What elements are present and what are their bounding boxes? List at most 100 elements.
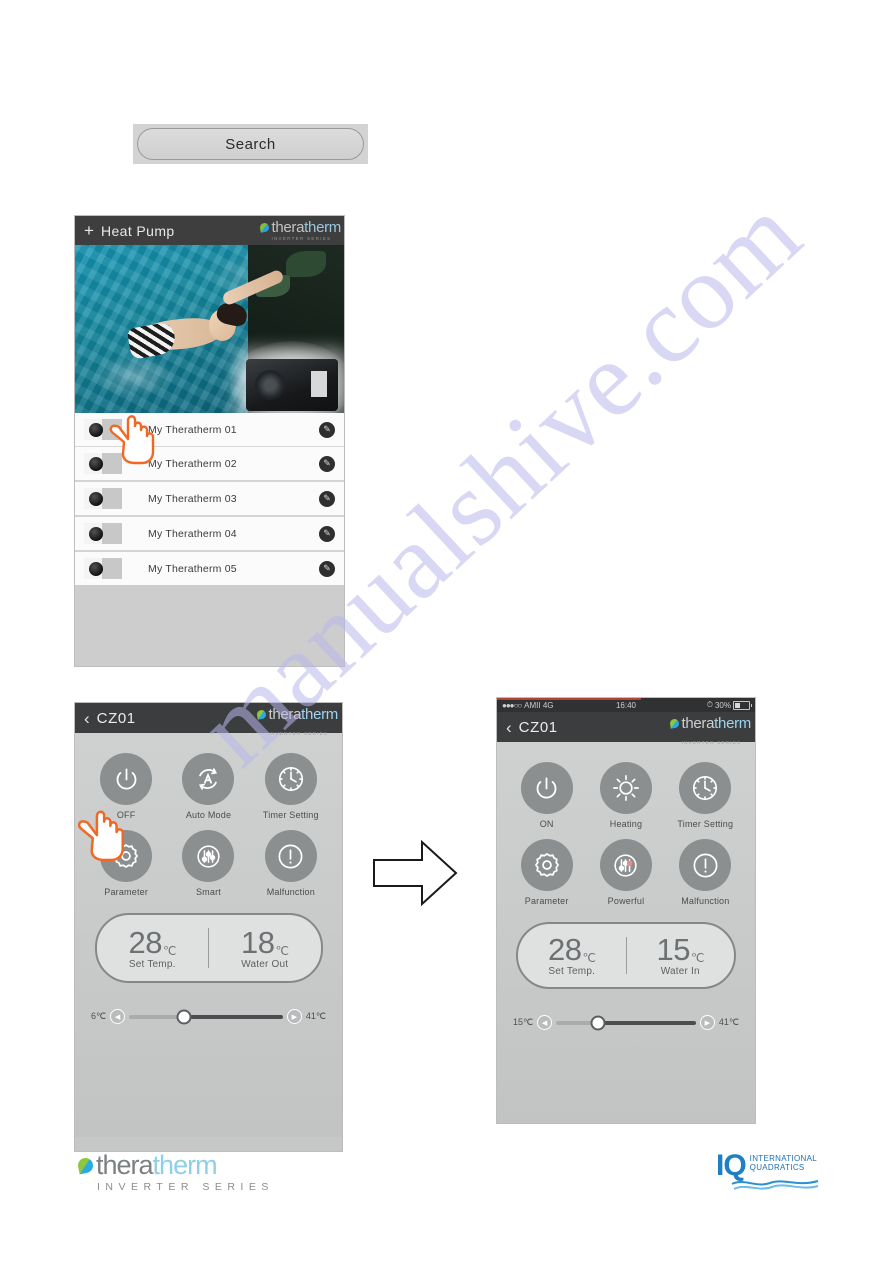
water-temp-block: 15℃ Water In bbox=[627, 924, 735, 987]
parameter-button[interactable]: Parameter bbox=[507, 839, 586, 906]
list-item[interactable]: My Theratherm 05 ✎ bbox=[75, 552, 344, 585]
theratherm-logo-small: thera therm INVERTER SERIES bbox=[259, 219, 341, 242]
auto-mode-label: Auto Mode bbox=[185, 810, 232, 820]
device-thumbnail bbox=[84, 488, 122, 509]
control-screen-on: ●●●○○ AMII 4G 16:40 ⏱ 30% ‹ CZ01 thera t… bbox=[497, 698, 755, 1123]
slider-track[interactable] bbox=[556, 1015, 696, 1030]
control-right-app-bar: ‹ CZ01 thera therm INVERTER SERIES bbox=[497, 712, 755, 745]
power-label: OFF bbox=[116, 810, 136, 820]
water-temp-value: 15℃ bbox=[656, 932, 705, 967]
brand-subtitle: INVERTER SERIES bbox=[271, 236, 332, 241]
temperature-slider[interactable]: 15℃ ◀ ▶ 41℃ bbox=[513, 1015, 739, 1030]
list-item[interactable]: My Theratherm 01 ✎ bbox=[75, 413, 344, 446]
status-bar-right: ⏱ 30% bbox=[707, 700, 752, 710]
leaf-icon bbox=[256, 709, 268, 720]
battery-icon bbox=[733, 700, 752, 710]
right-arrow-icon[interactable]: ▶ bbox=[699, 1015, 715, 1030]
power-button[interactable]: OFF bbox=[85, 753, 167, 820]
set-temp-value: 28℃ bbox=[128, 924, 177, 960]
malfunction-button[interactable]: Malfunction bbox=[666, 839, 745, 906]
device-name: My Theratherm 01 bbox=[148, 423, 237, 436]
iq-footer-logo: IQ INTERNATIONAL QUADRATICS bbox=[716, 1151, 819, 1190]
timer-setting-label: Timer Setting bbox=[677, 819, 734, 829]
sun-icon bbox=[599, 762, 652, 814]
slider-max-label: 41℃ bbox=[305, 1011, 326, 1021]
slider-thumb[interactable] bbox=[590, 1015, 606, 1030]
set-temp-caption: Set Temp. bbox=[548, 966, 596, 977]
edit-icon[interactable]: ✎ bbox=[319, 560, 335, 577]
slider-min-label: 6℃ bbox=[91, 1011, 107, 1021]
sliders-icon bbox=[182, 830, 235, 882]
power-icon bbox=[520, 762, 573, 814]
clock-icon bbox=[264, 753, 317, 805]
device-thumbnail bbox=[84, 453, 122, 474]
edit-icon[interactable]: ✎ bbox=[319, 421, 335, 438]
logo-therm: therm bbox=[152, 1150, 218, 1180]
brand-therm: therm bbox=[714, 715, 751, 732]
leaf-icon bbox=[259, 222, 271, 233]
water-temp-caption: Water Out bbox=[241, 958, 289, 970]
left-arrow-icon[interactable]: ◀ bbox=[537, 1015, 553, 1030]
device-thumbnail bbox=[84, 558, 122, 579]
list-title: Heat Pump bbox=[100, 222, 175, 239]
water-temp-caption: Water In bbox=[660, 966, 700, 977]
control-right-body: ON Heating Timer Setting Parameter Power… bbox=[497, 742, 755, 1123]
temperature-display: 28℃ Set Temp. 18℃ Water Out bbox=[94, 913, 323, 983]
brand-therm: therm bbox=[304, 219, 341, 236]
timer-setting-button[interactable]: Timer Setting bbox=[666, 762, 745, 829]
timer-setting-button[interactable]: Timer Setting bbox=[250, 753, 332, 820]
brand-thera: thera bbox=[268, 706, 302, 723]
control-left-app-bar: ‹ CZ01 thera therm INVERTER SERIES bbox=[75, 703, 342, 736]
iq-line2: QUADRATICS bbox=[749, 1162, 805, 1172]
auto-mode-button[interactable]: Auto Mode bbox=[167, 753, 249, 820]
brand-subtitle: INVERTER SERIES bbox=[268, 731, 329, 736]
search-button-container: Search bbox=[133, 124, 368, 164]
edit-icon[interactable]: ✎ bbox=[319, 455, 335, 472]
power-label: ON bbox=[539, 819, 554, 829]
control-right-title: CZ01 bbox=[518, 718, 558, 736]
brand-thera: thera bbox=[271, 219, 305, 236]
back-chevron-icon[interactable]: ‹ bbox=[84, 710, 90, 727]
device-name: My Theratherm 05 bbox=[148, 562, 237, 575]
parameter-button[interactable]: Parameter bbox=[85, 830, 167, 897]
smart-label: Smart bbox=[195, 887, 221, 897]
control-left-body: OFF Auto Mode Timer Setting Parameter Sm… bbox=[75, 733, 342, 1137]
powerful-button[interactable]: Powerful bbox=[586, 839, 665, 906]
slider-thumb[interactable] bbox=[176, 1009, 192, 1024]
edit-icon[interactable]: ✎ bbox=[319, 490, 335, 507]
empty-list-area bbox=[75, 585, 344, 666]
slider-max-label: 41℃ bbox=[718, 1017, 739, 1027]
list-item[interactable]: My Theratherm 04 ✎ bbox=[75, 517, 344, 550]
plus-icon[interactable]: + bbox=[84, 222, 94, 239]
back-chevron-icon[interactable]: ‹ bbox=[506, 719, 512, 736]
list-item[interactable]: My Theratherm 03 ✎ bbox=[75, 482, 344, 515]
leaf-icon bbox=[76, 1156, 95, 1175]
left-arrow-icon[interactable]: ◀ bbox=[110, 1009, 126, 1024]
edit-icon[interactable]: ✎ bbox=[319, 525, 335, 542]
device-thumbnail bbox=[84, 523, 122, 544]
temperature-slider[interactable]: 6℃ ◀ ▶ 41℃ bbox=[91, 1009, 326, 1024]
gear-icon bbox=[520, 839, 573, 891]
heating-button[interactable]: Heating bbox=[586, 762, 665, 829]
slider-track[interactable] bbox=[129, 1009, 283, 1024]
theratherm-logo-small: thera therm INVERTER SERIES bbox=[256, 706, 338, 740]
brand-thera: thera bbox=[681, 715, 715, 732]
device-name: My Theratherm 03 bbox=[148, 492, 237, 505]
water-temp-block: 18℃ Water Out bbox=[209, 915, 321, 981]
heat-pump-product-image bbox=[246, 359, 338, 411]
sliders-icon bbox=[599, 839, 652, 891]
smart-button[interactable]: Smart bbox=[167, 830, 249, 897]
logo-subtitle: INVERTER SERIES bbox=[97, 1181, 274, 1193]
power-icon bbox=[100, 753, 153, 805]
search-button[interactable]: Search bbox=[137, 128, 364, 160]
logo-thera: thera bbox=[96, 1150, 154, 1180]
right-arrow-icon[interactable]: ▶ bbox=[286, 1009, 302, 1024]
list-item[interactable]: My Theratherm 02 ✎ bbox=[75, 447, 344, 480]
brand-therm: therm bbox=[301, 706, 338, 723]
device-group-4: My Theratherm 05 ✎ bbox=[75, 552, 344, 585]
parameter-label: Parameter bbox=[524, 896, 569, 906]
control-right-button-grid: ON Heating Timer Setting Parameter Power… bbox=[497, 756, 755, 906]
power-button[interactable]: ON bbox=[507, 762, 586, 829]
timer-setting-label: Timer Setting bbox=[262, 810, 319, 820]
malfunction-button[interactable]: Malfunction bbox=[250, 830, 332, 897]
